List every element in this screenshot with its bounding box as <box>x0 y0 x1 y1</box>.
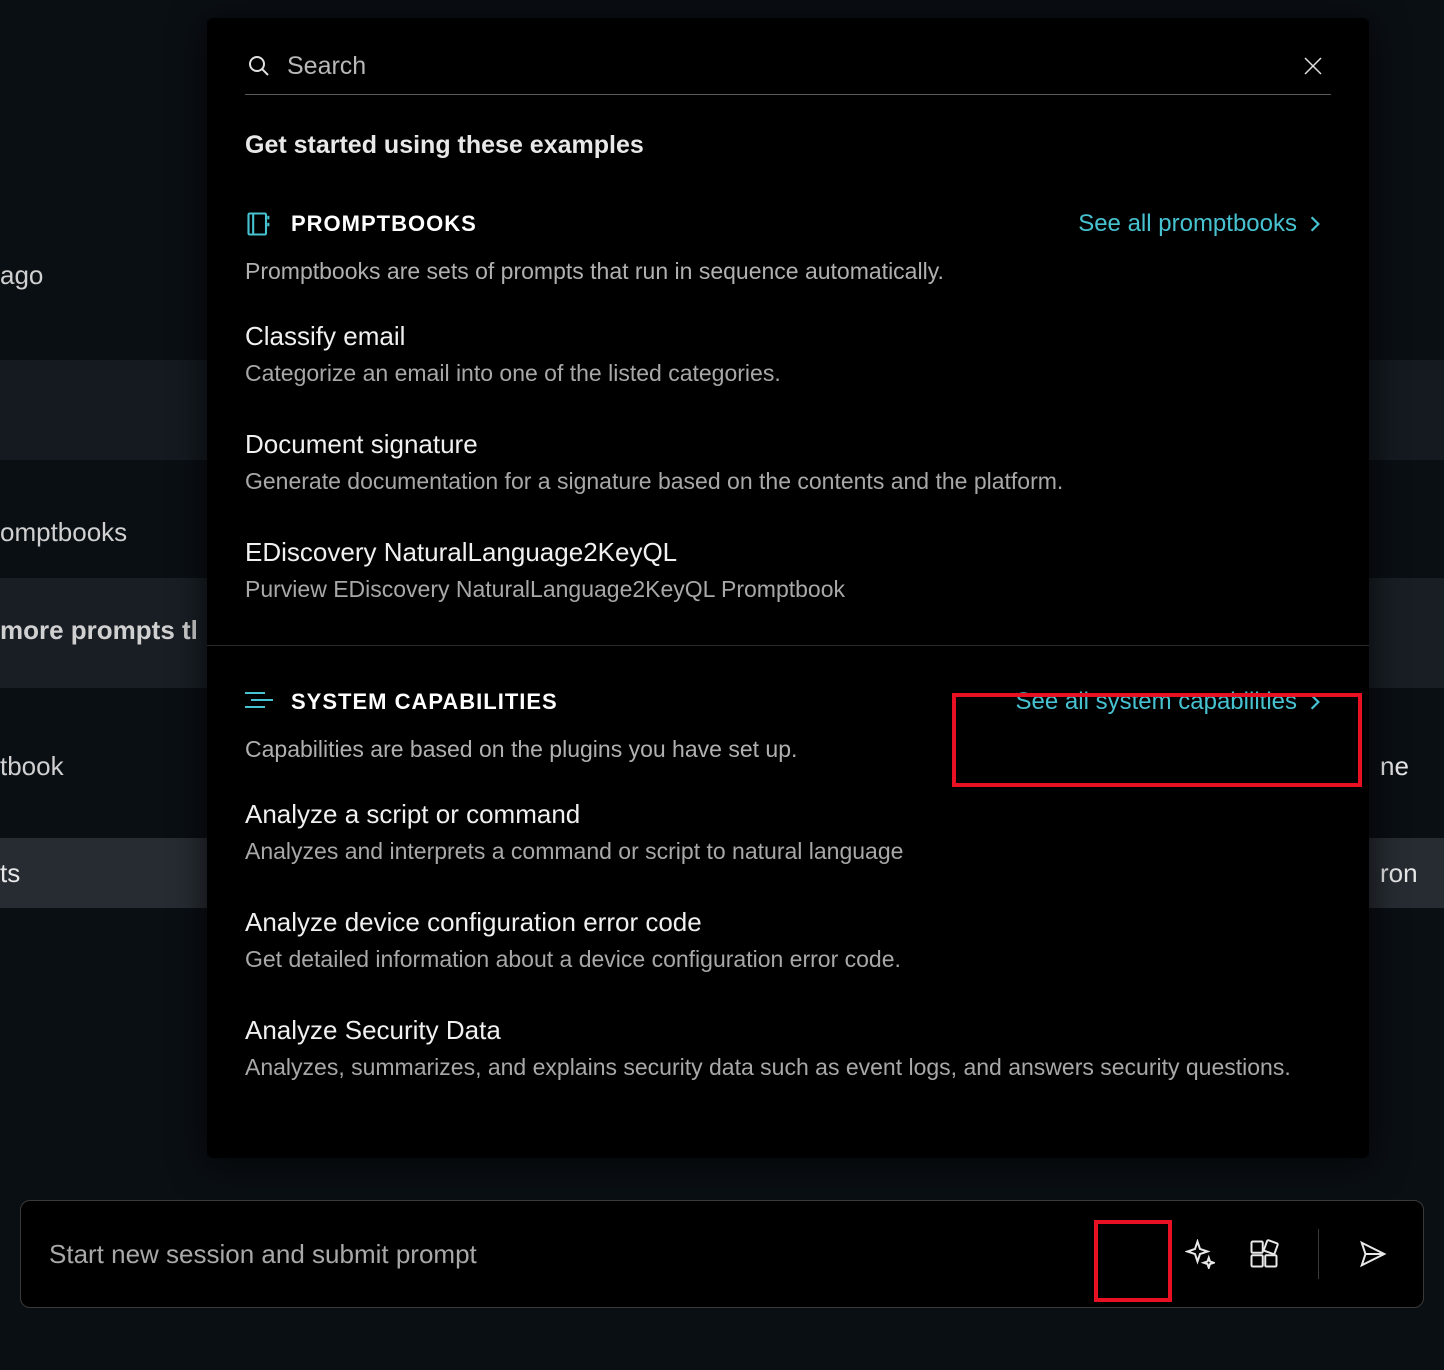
divider <box>1318 1229 1319 1279</box>
prompt-actions <box>1178 1229 1395 1279</box>
search-row <box>245 48 1331 95</box>
item-title: Analyze device configuration error code <box>245 907 1331 938</box>
item-desc: Analyzes and interprets a command or scr… <box>245 838 1331 865</box>
bg-text: omptbooks <box>0 517 127 548</box>
close-icon[interactable] <box>1295 48 1331 84</box>
bg-text: ne <box>1380 751 1409 782</box>
bg-text: tbook <box>0 751 64 782</box>
bg-text: ago <box>0 260 43 291</box>
prompts-panel: Get started using these examples PROMPTB… <box>207 18 1369 1158</box>
item-desc: Purview EDiscovery NaturalLanguage2KeyQL… <box>245 576 1331 603</box>
section-title: SYSTEM CAPABILITIES <box>291 689 558 715</box>
see-all-promptbooks-label: See all promptbooks <box>1078 210 1297 238</box>
capability-item[interactable]: Analyze a script or command Analyzes and… <box>245 799 1331 865</box>
item-desc: Generate documentation for a signature b… <box>245 468 1331 495</box>
promptbook-item[interactable]: EDiscovery NaturalLanguage2KeyQL Purview… <box>245 537 1331 603</box>
highlight-box <box>952 693 1362 787</box>
intro-heading: Get started using these examples <box>245 131 1331 160</box>
bg-text: more prompts tl <box>0 615 198 646</box>
section-header-promptbooks: PROMPTBOOKS See all promptbooks <box>245 204 1331 244</box>
capability-item[interactable]: Analyze Security Data Analyzes, summariz… <box>245 1015 1331 1081</box>
section-desc: Promptbooks are sets of prompts that run… <box>245 258 1331 285</box>
item-title: Analyze Security Data <box>245 1015 1331 1046</box>
promptbook-item[interactable]: Classify email Categorize an email into … <box>245 321 1331 387</box>
send-icon[interactable] <box>1351 1232 1395 1276</box>
chevron-right-icon <box>1309 215 1321 233</box>
item-title: Classify email <box>245 321 1331 352</box>
bg-text: ron <box>1380 858 1418 889</box>
search-icon <box>245 52 273 80</box>
section-title: PROMPTBOOKS <box>291 211 477 237</box>
prompt-input[interactable] <box>49 1239 1178 1270</box>
bg-text: ts <box>0 858 20 889</box>
item-title: Analyze a script or command <box>245 799 1331 830</box>
see-all-promptbooks-link[interactable]: See all promptbooks <box>1068 204 1331 244</box>
sparkle-icon[interactable] <box>1178 1232 1222 1276</box>
capability-item[interactable]: Analyze device configuration error code … <box>245 907 1331 973</box>
item-title: Document signature <box>245 429 1331 460</box>
item-title: EDiscovery NaturalLanguage2KeyQL <box>245 537 1331 568</box>
promptbook-icon <box>245 210 273 238</box>
search-input[interactable] <box>287 52 1295 81</box>
item-desc: Categorize an email into one of the list… <box>245 360 1331 387</box>
prompt-bar <box>20 1200 1424 1308</box>
capabilities-icon <box>245 688 273 716</box>
promptbook-item[interactable]: Document signature Generate documentatio… <box>245 429 1331 495</box>
plugins-icon[interactable] <box>1242 1232 1286 1276</box>
divider <box>207 645 1369 646</box>
item-desc: Analyzes, summarizes, and explains secur… <box>245 1054 1331 1081</box>
item-desc: Get detailed information about a device … <box>245 946 1331 973</box>
highlight-box <box>1094 1220 1172 1302</box>
